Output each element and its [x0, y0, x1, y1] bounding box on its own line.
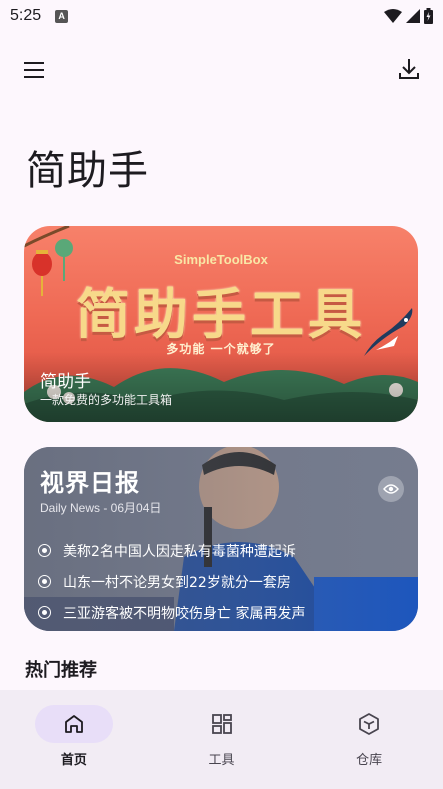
- cube-icon: [359, 713, 380, 735]
- grid-icon: [211, 714, 232, 734]
- hot-recommend-title: 热门推荐: [25, 660, 97, 681]
- nav-repository-label: 仓库: [356, 753, 383, 768]
- page-title: 简助手: [26, 148, 149, 194]
- nav-home-pill: [34, 705, 113, 743]
- nav-tools-label: 工具: [208, 753, 235, 768]
- nav-repository-pill: [330, 705, 408, 743]
- bottom-navigation: 首页 工具 仓库: [0, 690, 443, 789]
- news-item-text: 美称2名中国人因走私有毒菌种遭起诉: [63, 543, 296, 560]
- nav-repository[interactable]: 仓库: [295, 690, 443, 789]
- nav-home[interactable]: 首页: [0, 690, 148, 789]
- download-icon: [399, 59, 419, 79]
- news-item[interactable]: 美称2名中国人因走私有毒菌种遭起诉: [38, 535, 305, 566]
- status-time: 5:25: [10, 7, 42, 24]
- nav-home-label: 首页: [60, 753, 87, 768]
- nav-tools[interactable]: 工具: [148, 690, 296, 789]
- menu-icon: [24, 62, 44, 78]
- banner-card[interactable]: SimpleToolBox 简助手工具 多功能 一个就够了 简助手 一款免费的多…: [24, 226, 418, 422]
- status-bar: 5:25 A: [0, 0, 443, 32]
- banner-brand-en: SimpleToolBox: [174, 252, 268, 267]
- banner-description: 一款免费的多功能工具箱: [40, 393, 173, 407]
- status-icons: [384, 8, 433, 24]
- menu-button[interactable]: [20, 56, 50, 84]
- battery-icon: [424, 8, 433, 24]
- nav-tools-pill: [183, 705, 261, 743]
- wifi-icon: [384, 9, 402, 23]
- daily-news-card[interactable]: 视界日报 Daily News - 06月04日 美称2名中国人因走私有毒菌种遭…: [24, 447, 418, 631]
- home-icon: [64, 715, 83, 733]
- top-app-bar: [0, 48, 443, 92]
- news-item-text: 山东一村不论男女到22岁就分一套房: [63, 574, 291, 591]
- download-button[interactable]: [394, 54, 424, 84]
- news-title: 视界日报: [40, 469, 140, 497]
- news-list: 美称2名中国人因走私有毒菌种遭起诉 山东一村不论男女到22岁就分一套房 三亚游客…: [38, 535, 305, 628]
- news-item[interactable]: 三亚游客被不明物咬伤身亡 家属再发声: [38, 597, 305, 628]
- news-item[interactable]: 山东一村不论男女到22岁就分一套房: [38, 566, 305, 597]
- news-item-text: 三亚游客被不明物咬伤身亡 家属再发声: [63, 605, 306, 622]
- bullet-icon: [38, 575, 51, 588]
- news-subtitle-date: Daily News - 06月04日: [40, 501, 162, 515]
- notification-icon: A: [55, 9, 69, 23]
- news-view-button[interactable]: [378, 476, 404, 502]
- banner-title: 简助手: [40, 372, 91, 392]
- bullet-icon: [38, 544, 51, 557]
- signal-icon: [406, 9, 420, 23]
- bullet-icon: [38, 606, 51, 619]
- eye-icon: [383, 484, 399, 494]
